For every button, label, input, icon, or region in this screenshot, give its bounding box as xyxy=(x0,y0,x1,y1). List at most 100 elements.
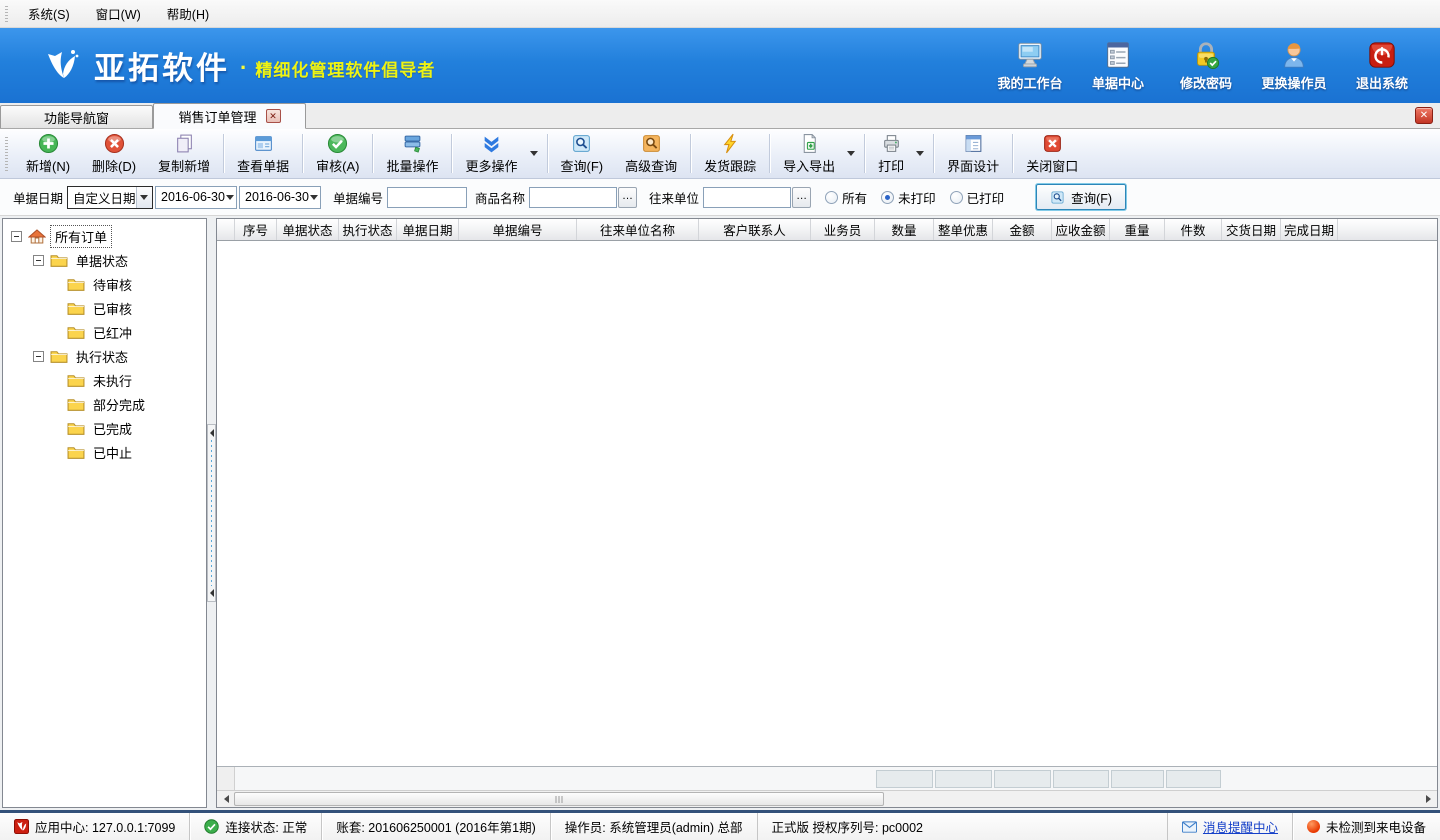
column-header-contact[interactable]: 客户联系人 xyxy=(699,219,811,240)
horizontal-scrollbar[interactable] xyxy=(217,790,1437,807)
column-header-exec-status[interactable]: 执行状态 xyxy=(339,219,397,240)
tab-close-icon[interactable]: ✕ xyxy=(266,109,281,123)
more-actions-icon xyxy=(481,133,502,154)
print-filter-all[interactable]: 所有 xyxy=(825,188,867,207)
tree-node-pending-audit[interactable]: 待审核 xyxy=(5,272,204,296)
summary-indicator-cell xyxy=(217,767,235,790)
copy-new-button[interactable]: 复制新增 xyxy=(147,129,221,178)
summary-cell xyxy=(811,770,875,788)
column-header-doc-status[interactable]: 单据状态 xyxy=(277,219,339,240)
query-button[interactable]: 查询(F) xyxy=(550,129,615,178)
filter-query-button[interactable]: 查询(F) xyxy=(1036,184,1126,210)
print-dropdown[interactable] xyxy=(915,129,931,178)
column-header-doc-no[interactable]: 单据编号 xyxy=(459,219,577,240)
print-filter-printed[interactable]: 已打印 xyxy=(950,188,1005,207)
column-header-finish-date[interactable]: 完成日期 xyxy=(1281,219,1338,240)
collapse-expander-icon[interactable] xyxy=(11,231,22,242)
add-icon xyxy=(38,133,59,154)
column-header-salesman[interactable]: 业务员 xyxy=(811,219,875,240)
close-window-button[interactable]: 关闭窗口 xyxy=(1015,129,1089,178)
collapse-expander-icon[interactable] xyxy=(33,255,44,266)
tree-node-completed[interactable]: 已完成 xyxy=(5,416,204,440)
column-header-doc-date[interactable]: 单据日期 xyxy=(397,219,459,240)
advanced-query-button[interactable]: 高级查询 xyxy=(614,129,688,178)
view-doc-icon xyxy=(253,133,274,154)
tree-node-audited[interactable]: 已审核 xyxy=(5,296,204,320)
ui-design-button[interactable]: 界面设计 xyxy=(936,129,1010,178)
more-actions-dropdown[interactable] xyxy=(529,129,545,178)
summary-cell xyxy=(699,770,811,788)
partner-lookup-button[interactable]: … xyxy=(792,187,811,208)
delete-button[interactable]: 删除(D) xyxy=(81,129,147,178)
toolbar-grip-handle[interactable] xyxy=(5,137,8,171)
status-message-center[interactable]: 消息提醒中心 xyxy=(1167,813,1293,840)
collapse-expander-icon[interactable] xyxy=(33,351,44,362)
exit-icon xyxy=(1367,40,1397,70)
scroll-left-icon[interactable] xyxy=(218,792,234,807)
product-lookup-button[interactable]: … xyxy=(618,187,637,208)
date-type-select[interactable]: 自定义日期 xyxy=(67,186,153,209)
date-to-picker[interactable]: 2016-06-30 xyxy=(239,186,321,209)
menubar-grip-handle[interactable] xyxy=(5,6,8,22)
splitter-collapse-handle[interactable] xyxy=(207,424,216,602)
tree-node-terminated[interactable]: 已中止 xyxy=(5,440,204,464)
tree-node-partial-done[interactable]: 部分完成 xyxy=(5,392,204,416)
partner-input[interactable] xyxy=(703,187,791,208)
switch-operator-button[interactable]: 更换操作员 xyxy=(1250,40,1338,92)
tab-sales-order[interactable]: 销售订单管理 ✕ xyxy=(153,103,306,129)
tree-node-reversed[interactable]: 已红冲 xyxy=(5,320,204,344)
status-account: 账套: 201606250001 (2016年第1期) xyxy=(322,813,550,840)
close-all-tabs-icon[interactable]: ✕ xyxy=(1415,107,1433,124)
more-actions-button[interactable]: 更多操作 xyxy=(454,129,528,178)
delete-button-label: 删除(D) xyxy=(92,156,136,175)
status-connection: 连接状态: 正常 xyxy=(190,813,322,840)
scroll-right-icon[interactable] xyxy=(1420,792,1436,807)
column-header-partner[interactable]: 往来单位名称 xyxy=(577,219,699,240)
column-header-delivery-date[interactable]: 交货日期 xyxy=(1222,219,1281,240)
menu-system[interactable]: 系统(S) xyxy=(15,1,83,26)
date-to-value: 2016-06-30 xyxy=(245,190,309,204)
collapse-left-icon xyxy=(210,429,214,437)
operator-icon xyxy=(1279,40,1309,70)
column-header-amount[interactable]: 金额 xyxy=(993,219,1052,240)
change-password-button[interactable]: 修改密码 xyxy=(1162,40,1250,92)
order-no-input[interactable] xyxy=(387,187,467,208)
audit-button[interactable]: 审核(A) xyxy=(305,129,370,178)
column-header-pieces[interactable]: 件数 xyxy=(1165,219,1222,240)
menu-window[interactable]: 窗口(W) xyxy=(83,1,154,26)
status-app-center-text: 应用中心: 127.0.0.1:7099 xyxy=(35,817,175,836)
workbench-button[interactable]: 我的工作台 xyxy=(986,40,1074,92)
print-button[interactable]: 打印 xyxy=(867,129,915,178)
print-filter-unprinted[interactable]: 未打印 xyxy=(881,188,936,207)
shipment-tracking-button[interactable]: 发货跟踪 xyxy=(693,129,767,178)
scrollbar-thumb[interactable] xyxy=(234,792,884,806)
product-name-input[interactable] xyxy=(529,187,617,208)
column-header-receivable[interactable]: 应收金额 xyxy=(1052,219,1110,240)
import-export-dropdown[interactable] xyxy=(846,129,862,178)
tree-node-exec-status[interactable]: 执行状态 xyxy=(5,344,204,368)
tab-function-nav[interactable]: 功能导航窗 xyxy=(0,105,153,128)
tree-node-label: 已中止 xyxy=(89,442,136,463)
tree-node-not-executed[interactable]: 未执行 xyxy=(5,368,204,392)
batch-operation-button[interactable]: 批量操作 xyxy=(375,129,449,178)
batch-operation-button-label: 批量操作 xyxy=(386,156,438,175)
new-button[interactable]: 新增(N) xyxy=(15,129,81,178)
tree-node-doc-status[interactable]: 单据状态 xyxy=(5,248,204,272)
print-filter-all-label: 所有 xyxy=(842,188,867,207)
toolbar-separator xyxy=(933,134,934,173)
column-header-seq[interactable]: 序号 xyxy=(235,219,277,240)
view-document-button[interactable]: 查看单据 xyxy=(226,129,300,178)
print-button-label: 打印 xyxy=(878,156,904,175)
column-header-discount[interactable]: 整单优惠 xyxy=(934,219,993,240)
panel-splitter[interactable] xyxy=(207,216,216,810)
date-from-picker[interactable]: 2016-06-30 xyxy=(155,186,237,209)
column-header-weight[interactable]: 重量 xyxy=(1110,219,1165,240)
menu-help[interactable]: 帮助(H) xyxy=(154,1,222,26)
import-export-button[interactable]: 导入导出 xyxy=(772,129,846,178)
column-header-qty[interactable]: 数量 xyxy=(875,219,934,240)
exit-system-button[interactable]: 退出系统 xyxy=(1338,40,1426,92)
message-center-link[interactable]: 消息提醒中心 xyxy=(1203,817,1278,836)
doc-center-button[interactable]: 单据中心 xyxy=(1074,40,1162,92)
tab-strip: 功能导航窗 销售订单管理 ✕ ✕ xyxy=(0,103,1440,129)
tree-node-all-orders[interactable]: 所有订单 xyxy=(5,224,204,248)
